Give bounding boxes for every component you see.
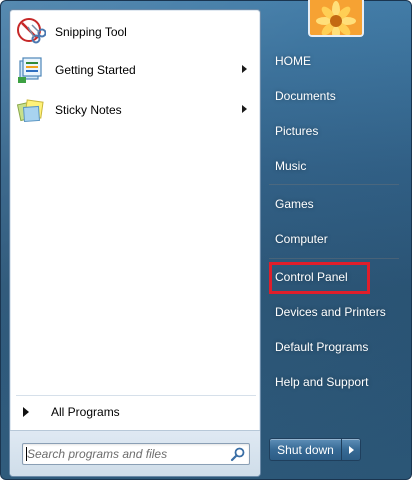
menu-item-computer[interactable]: Computer	[267, 225, 401, 253]
menu-item-pictures[interactable]: Pictures	[267, 117, 401, 145]
divider	[269, 184, 399, 185]
divider	[269, 258, 399, 259]
sticky-notes-icon	[15, 94, 47, 126]
chevron-right-icon	[348, 445, 354, 454]
search-icon[interactable]	[230, 446, 246, 462]
program-label: Snipping Tool	[55, 25, 127, 39]
control-panel-highlight	[269, 262, 370, 294]
menu-item-music[interactable]: Music	[267, 152, 401, 180]
start-menu: Snipping Tool Getting Started Sticky Not…	[0, 0, 412, 480]
program-label: Sticky Notes	[55, 103, 122, 117]
shutdown-options-button[interactable]	[341, 438, 361, 461]
triangle-right-icon	[23, 407, 29, 417]
all-programs-button[interactable]: All Programs	[13, 400, 257, 424]
menu-item-home[interactable]: HOME	[267, 47, 401, 75]
all-programs-label: All Programs	[51, 405, 120, 419]
scissors-icon	[15, 16, 47, 48]
program-label: Getting Started	[55, 63, 136, 77]
program-item-sticky-notes[interactable]: Sticky Notes	[13, 92, 257, 128]
submenu-arrow-icon[interactable]	[242, 105, 247, 113]
search-input[interactable]	[27, 446, 223, 462]
menu-item-documents[interactable]: Documents	[267, 82, 401, 110]
shutdown-control: Shut down	[269, 438, 361, 461]
program-item-snipping-tool[interactable]: Snipping Tool	[13, 14, 257, 50]
program-item-getting-started[interactable]: Getting Started	[13, 52, 257, 88]
search-area	[10, 430, 260, 476]
search-box[interactable]	[22, 443, 250, 465]
menu-item-default-programs[interactable]: Default Programs	[267, 333, 401, 361]
submenu-arrow-icon[interactable]	[242, 65, 247, 73]
divider	[16, 395, 256, 396]
menu-item-help-and-support[interactable]: Help and Support	[267, 368, 401, 396]
getting-started-icon	[15, 54, 47, 86]
user-avatar[interactable]	[308, 0, 364, 37]
menu-item-games[interactable]: Games	[267, 190, 401, 218]
shutdown-button[interactable]: Shut down	[269, 438, 341, 461]
menu-item-devices-and-printers[interactable]: Devices and Printers	[267, 298, 401, 326]
programs-pane: Snipping Tool Getting Started Sticky Not…	[9, 9, 261, 477]
